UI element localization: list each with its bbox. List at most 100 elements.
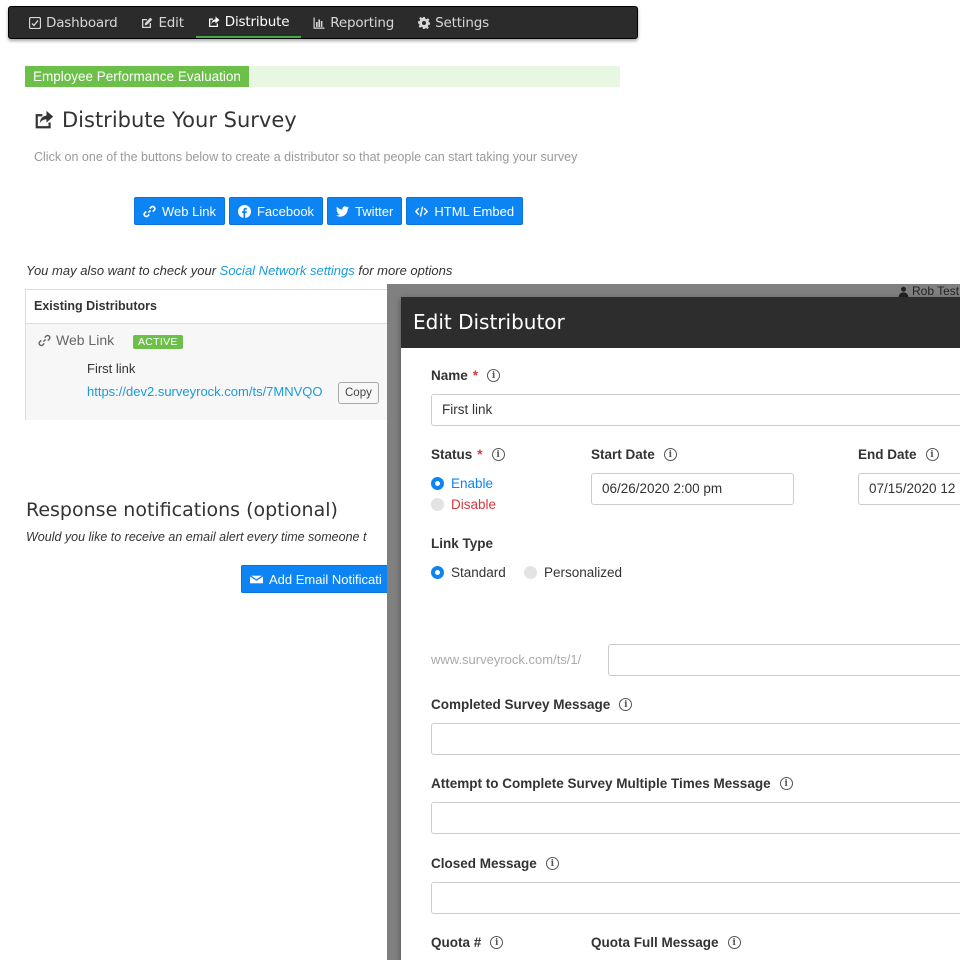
attempt-message-label: Attempt to Complete Survey Multiple Time… (431, 776, 793, 791)
twitter-button-label: Twitter (355, 203, 394, 219)
nav-reporting[interactable]: Reporting (301, 7, 406, 38)
closed-message-input[interactable] (431, 882, 960, 914)
facebook-button[interactable]: Facebook (228, 197, 324, 225)
nav-edit[interactable]: Edit (129, 7, 195, 38)
survey-banner: Employee Performance Evaluation (25, 66, 620, 87)
status-disable-radio[interactable]: Disable (431, 497, 496, 512)
twitter-icon (336, 205, 350, 217)
start-date-input[interactable]: 06/26/2020 2:00 pm (591, 473, 794, 505)
user-icon (898, 286, 909, 297)
add-email-notification-button[interactable]: Add Email Notificati (241, 565, 391, 593)
completed-message-label-text: Completed Survey Message (431, 697, 611, 712)
link-type-standard-radio[interactable]: Standard (431, 565, 506, 580)
status-label-text: Status (431, 447, 473, 462)
required-mark: * (472, 368, 479, 383)
radio-unselected-icon (431, 498, 444, 511)
info-icon[interactable]: i (663, 448, 677, 461)
radio-selected-icon (431, 477, 444, 490)
distributor-url-link[interactable]: https://dev2.surveyrock.com/ts/7MNVQO (87, 384, 323, 399)
link-icon (143, 205, 156, 217)
nav-settings-label: Settings (435, 14, 489, 31)
web-link-button-label: Web Link (162, 203, 216, 219)
link-type-label: Link Type (431, 536, 494, 551)
twitter-button[interactable]: Twitter (327, 197, 403, 225)
nav-dashboard[interactable]: Dashboard (17, 7, 129, 38)
existing-distributors-panel: Existing Distributors Web Link ACTIVE Fi… (25, 289, 425, 420)
name-input[interactable]: First link (431, 394, 960, 426)
info-icon[interactable]: i (925, 448, 939, 461)
name-label-text: Name (431, 368, 468, 383)
radio-selected-icon (431, 566, 444, 579)
add-email-notification-label: Add Email Notificati (269, 571, 382, 587)
share-icon (208, 16, 220, 27)
nav-dashboard-label: Dashboard (46, 14, 118, 31)
status-label: Status * i (431, 447, 505, 462)
radio-unselected-icon (524, 566, 537, 579)
edit-icon (142, 17, 153, 28)
start-date-label-text: Start Date (591, 447, 655, 462)
quota-label: Quota # i (431, 935, 504, 950)
info-icon[interactable]: i (487, 369, 501, 382)
quota-label-text: Quota # (431, 935, 482, 950)
closed-message-label-text: Closed Message (431, 856, 537, 871)
facebook-icon (237, 204, 251, 218)
completed-message-input[interactable] (431, 723, 960, 755)
distributor-type-label: Web Link (56, 332, 115, 348)
end-date-label: End Date i (858, 447, 939, 462)
page-title-text: Distribute Your Survey (62, 108, 297, 132)
code-icon (415, 205, 429, 217)
social-network-settings-link[interactable]: Social Network settings (220, 263, 355, 278)
required-mark: * (477, 447, 483, 462)
html-embed-button-label: HTML Embed (434, 203, 515, 219)
note-suffix: for more options (354, 263, 453, 278)
distributor-row: Web Link ACTIVE First link https://dev2.… (26, 324, 424, 420)
existing-distributors-header: Existing Distributors (26, 290, 424, 324)
nav-distribute[interactable]: Distribute (195, 7, 302, 38)
dashboard-icon (29, 16, 41, 29)
start-date-label: Start Date i (591, 447, 677, 462)
note-prefix: You may also want to check your (26, 263, 220, 278)
status-enable-radio[interactable]: Enable (431, 476, 493, 491)
attempt-message-label-text: Attempt to Complete Survey Multiple Time… (431, 776, 771, 791)
share-icon (35, 110, 54, 129)
response-notifications-subtitle: Would you like to receive an email alert… (26, 530, 367, 544)
attempt-message-input[interactable] (431, 802, 960, 834)
link-type-personalized-label: Personalized (544, 565, 623, 580)
html-embed-button[interactable]: HTML Embed (406, 197, 524, 225)
status-badge: ACTIVE (133, 335, 183, 349)
end-date-label-text: End Date (858, 447, 917, 462)
survey-title: Employee Performance Evaluation (25, 66, 249, 87)
info-icon[interactable]: i (779, 777, 793, 790)
closed-message-label: Closed Message i (431, 856, 559, 871)
end-date-input[interactable]: 07/15/2020 12 (858, 473, 960, 505)
response-notifications-title: Response notifications (optional) (26, 499, 338, 521)
quota-full-message-label-text: Quota Full Message (591, 935, 719, 950)
user-menu[interactable]: Rob Test (898, 284, 959, 298)
info-icon[interactable]: i (727, 936, 741, 949)
info-icon[interactable]: i (490, 936, 504, 949)
web-link-button[interactable]: Web Link (134, 197, 225, 225)
status-disable-label: Disable (451, 497, 497, 512)
url-slug-input[interactable] (608, 644, 960, 676)
name-label: Name * i (431, 368, 501, 383)
completed-message-label: Completed Survey Message i (431, 697, 633, 712)
social-settings-note: You may also want to check your Social N… (26, 263, 452, 278)
info-icon[interactable]: i (619, 698, 633, 711)
link-type-standard-label: Standard (451, 565, 506, 580)
nav-reporting-label: Reporting (330, 14, 395, 31)
distributor-type: Web Link (38, 332, 114, 348)
envelope-icon (250, 574, 263, 583)
info-icon[interactable]: i (545, 857, 559, 870)
gear-icon (418, 16, 431, 29)
nav-settings[interactable]: Settings (406, 7, 501, 38)
nav-distribute-label: Distribute (224, 13, 290, 30)
facebook-button-label: Facebook (256, 203, 315, 219)
quota-full-message-label: Quota Full Message i (591, 935, 741, 950)
copy-button[interactable]: Copy (338, 382, 379, 404)
edit-distributor-modal: Edit Distributor Name * i First link Statu… (401, 297, 960, 960)
modal-title: Edit Distributor (401, 297, 960, 348)
bar-chart-icon (313, 17, 325, 29)
link-type-personalized-radio[interactable]: Personalized (524, 565, 622, 580)
distributor-name: First link (87, 361, 136, 376)
info-icon[interactable]: i (491, 448, 505, 461)
